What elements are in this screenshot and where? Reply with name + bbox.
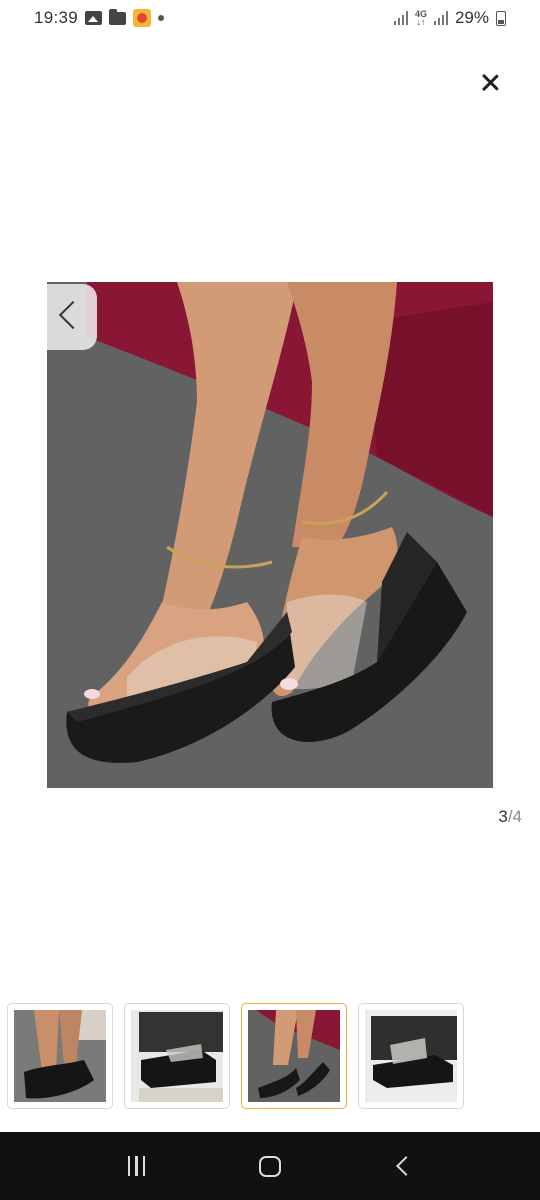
system-navigation-bar — [0, 1132, 540, 1200]
4g-icon: 4G ↓↑ — [414, 9, 427, 27]
image-counter: 3/4 — [498, 807, 522, 827]
image-viewer-screen: 19:39 4G ↓↑ 29% 3/4 — [0, 0, 540, 1200]
signal-icon — [393, 11, 408, 25]
folder-icon — [109, 8, 127, 25]
signal-icon — [433, 11, 448, 25]
image-counter-total: /4 — [507, 807, 522, 826]
previous-image-button[interactable] — [47, 284, 97, 350]
thumbnail-2[interactable] — [124, 1003, 230, 1109]
home-button[interactable] — [240, 1141, 300, 1191]
thumbnail-4-image — [365, 1010, 457, 1102]
thumbnail-3[interactable] — [241, 1003, 347, 1109]
back-button[interactable] — [373, 1141, 433, 1191]
thumbnail-3-image — [248, 1010, 340, 1102]
thumbnail-strip — [7, 1003, 464, 1109]
app-notification-icon — [133, 9, 152, 27]
image-counter-current: 3 — [498, 807, 508, 826]
status-bar-left: 19:39 — [34, 8, 165, 28]
close-button[interactable] — [474, 66, 506, 98]
gallery-icon — [85, 11, 103, 25]
status-bar-right: 4G ↓↑ 29% — [393, 8, 506, 28]
thumbnail-2-image — [131, 1010, 223, 1102]
recents-icon — [127, 1156, 146, 1176]
thumbnail-4[interactable] — [358, 1003, 464, 1109]
recents-button[interactable] — [107, 1141, 167, 1191]
thumbnail-1[interactable] — [7, 1003, 113, 1109]
battery-icon — [496, 10, 506, 26]
product-main-image[interactable] — [47, 282, 493, 788]
status-bar: 19:39 4G ↓↑ 29% — [0, 0, 540, 36]
home-icon — [258, 1155, 281, 1177]
status-time: 19:39 — [34, 8, 79, 27]
dot-icon — [158, 15, 165, 21]
battery-percent: 29% — [454, 8, 489, 27]
product-photo — [47, 282, 493, 788]
back-icon — [396, 1156, 417, 1176]
thumbnail-1-image — [14, 1010, 106, 1102]
network-label: 4G — [414, 9, 427, 19]
